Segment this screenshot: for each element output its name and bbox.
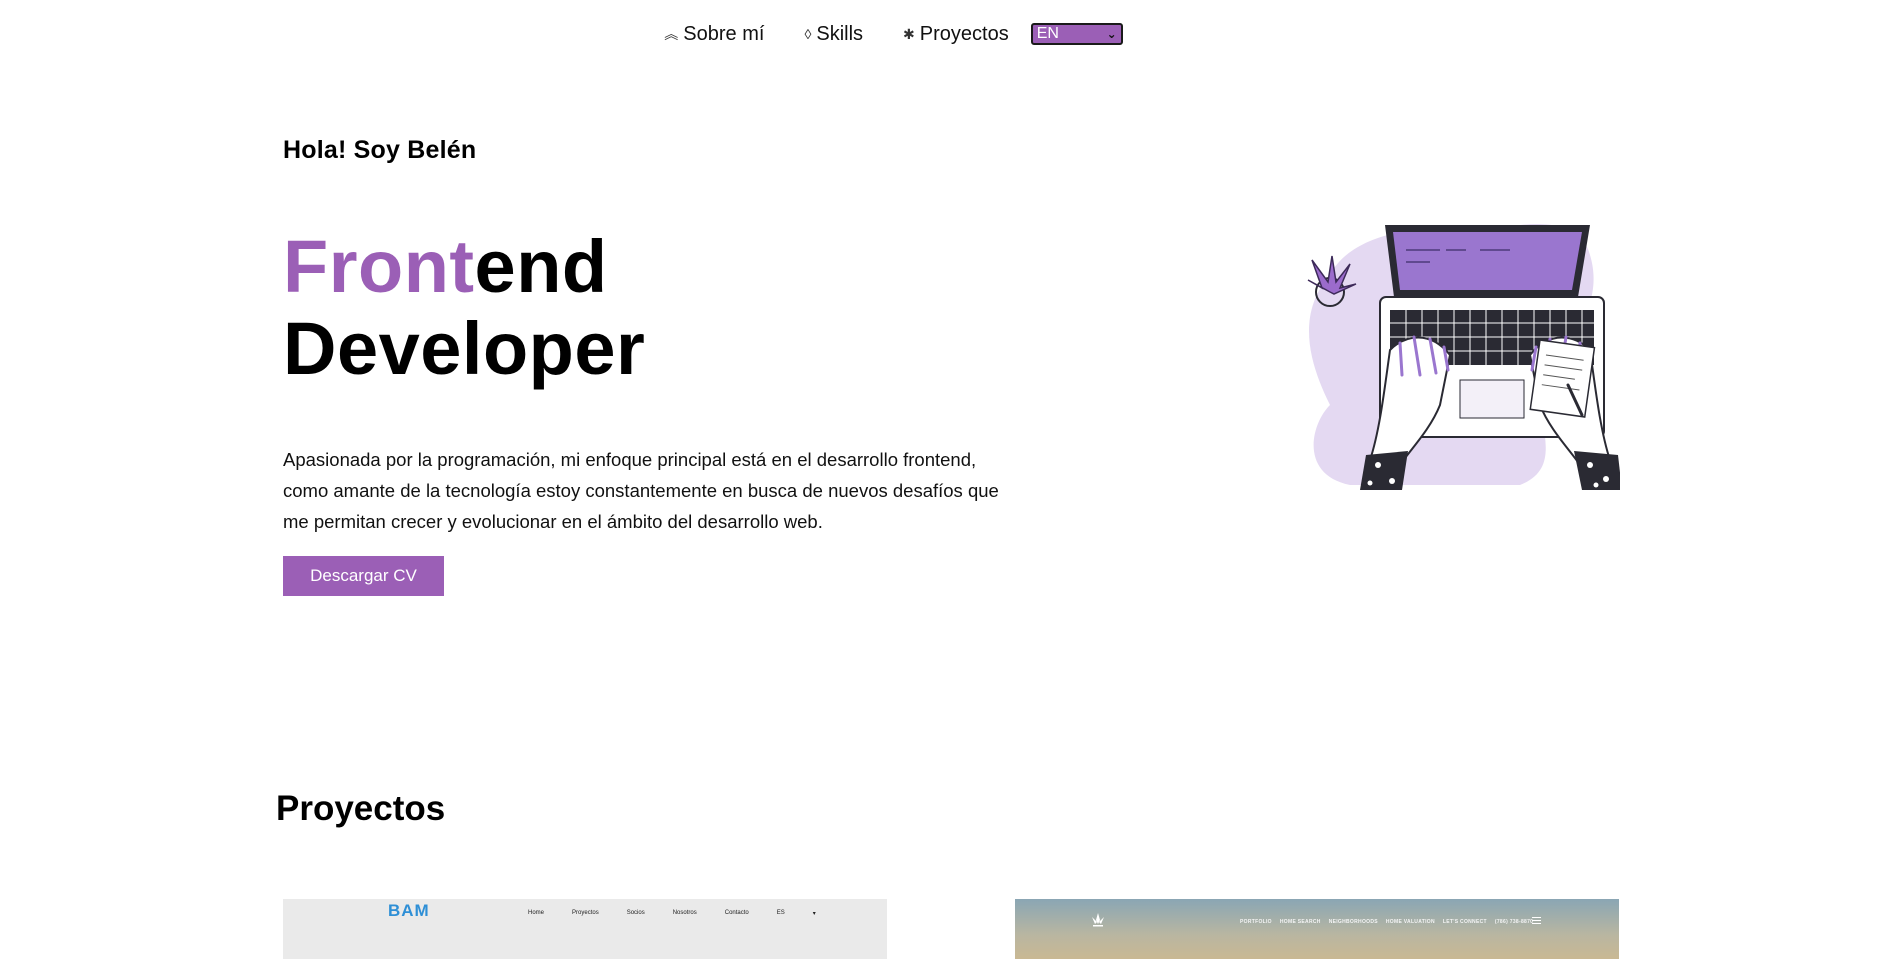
hero-title-accent: Front — [283, 225, 475, 308]
top-nav: ︽ Sobre mí ◊ Skills ✱ Proyectos EN ⌄ — [0, 20, 1887, 48]
preview-nav-item: Home — [528, 910, 545, 916]
hero-description: Apasionada por la programación, mi enfoq… — [283, 449, 999, 532]
preview-nav-item: HOME VALUATION — [1385, 919, 1435, 925]
preview-nav-item: PORTFOLIO — [1240, 919, 1272, 925]
lotus-logo-icon — [1092, 913, 1104, 927]
preview-nav-item: (786) 738-8870 — [1494, 919, 1534, 925]
hero-title: Frontend Developer — [283, 226, 645, 390]
asterisk-icon: ✱ — [903, 26, 915, 42]
chevron-down-icon: ⌄ — [1106, 27, 1117, 41]
preview-nav-item: LET'S CONNECT — [1442, 919, 1487, 925]
project-card-real-estate[interactable]: PORTFOLIO HOME SEARCH NEIGHBORHOODS HOME… — [1015, 899, 1619, 959]
project-preview-nav: Home Proyectos Socios Nosotros Contacto … — [528, 910, 844, 917]
preview-nav-item: Contacto — [724, 910, 749, 916]
nav-link-proyectos[interactable]: ✱ Proyectos — [903, 23, 1009, 46]
project-preview-nav: PORTFOLIO HOME SEARCH NEIGHBORHOODS HOME… — [1240, 919, 1541, 925]
project-preview-logo: BAM — [388, 901, 430, 920]
hero-greeting: Hola! Soy Belén — [283, 136, 477, 164]
preview-nav-item: NEIGHBORHOODS — [1328, 919, 1378, 925]
laptop-typing-illustration — [1307, 223, 1620, 490]
download-cv-button[interactable]: Descargar CV — [283, 556, 444, 596]
nav-link-label: Proyectos — [919, 22, 1009, 45]
hero-title-line2: Developer — [283, 307, 646, 390]
diamond-icon: ◊ — [804, 26, 812, 42]
preview-nav-item: ES — [776, 910, 785, 916]
language-select-value: EN — [1036, 25, 1059, 42]
hero-title-rest: end — [474, 225, 608, 308]
nav-link-skills[interactable]: ◊ Skills — [804, 23, 863, 46]
language-select[interactable]: EN ⌄ — [1030, 23, 1123, 45]
preview-nav-item: ▾ — [812, 911, 816, 917]
nav-link-label: Skills — [816, 22, 864, 45]
projects-heading: Proyectos — [276, 789, 446, 828]
preview-nav-item: Nosotros — [672, 910, 697, 916]
nav-links: ︽ Sobre mí ◊ Skills ✱ Proyectos EN ⌄ — [664, 23, 1123, 46]
preview-nav-item: Proyectos — [572, 910, 599, 916]
preview-nav-item: HOME SEARCH — [1279, 919, 1321, 925]
project-card-bam[interactable]: BAM Home Proyectos Socios Nosotros Conta… — [283, 899, 887, 959]
hamburger-menu-icon — [1532, 917, 1541, 926]
preview-nav-item: Socios — [626, 910, 645, 916]
nav-link-sobre-mi[interactable]: ︽ Sobre mí — [664, 23, 764, 46]
chevrons-up-icon: ︽ — [664, 26, 679, 42]
nav-link-label: Sobre mí — [683, 22, 765, 45]
